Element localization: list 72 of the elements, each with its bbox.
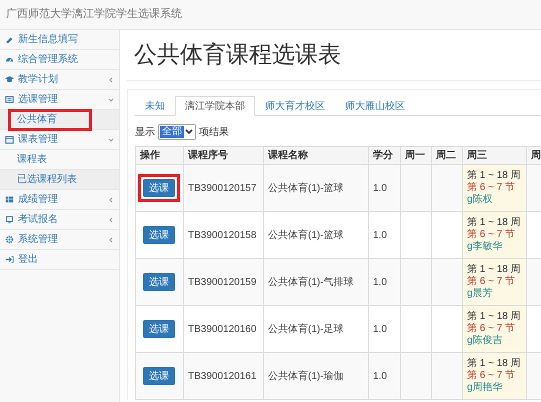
table-cell: 1.0 (373, 182, 387, 194)
schedule-periods: 第 6 ~ 7 节 (467, 276, 516, 288)
column-header: 周一 (405, 150, 425, 161)
schedule-periods: 第 6 ~ 7 节 (467, 323, 516, 334)
table-cell: 公共体育(1)-瑜伽 (268, 370, 344, 382)
table-cell: 1.0 (373, 230, 387, 240)
schedule-weeks: 第 1 ~ 18 周 (467, 217, 522, 228)
sidebar-item[interactable]: 考试报名 (0, 210, 119, 230)
column-header: 操作 (140, 150, 160, 161)
sidebar-item[interactable]: 新生信息填写 (0, 30, 119, 50)
monitor-icon (5, 215, 14, 224)
schedule-periods: 第 6 ~ 7 节 (467, 182, 516, 194)
table-cell: 公共体育(1)-篮球 (268, 182, 344, 194)
sidebar-item[interactable]: 教学计划 (0, 70, 119, 90)
select-course-button[interactable]: 选课 (143, 320, 175, 338)
tab[interactable]: 师大雁山校区 (335, 96, 415, 116)
select-course-button[interactable]: 选课 (143, 367, 175, 385)
gear-icon (5, 235, 14, 244)
table-cell: 公共体育(1)-篮球 (268, 230, 344, 240)
results-label: 项结果 (199, 126, 229, 140)
schedule-weeks: 第 1 ~ 18 周 (467, 264, 522, 276)
sign-out-icon (5, 255, 14, 264)
table-cell: TB3900120157 (188, 182, 256, 194)
sidebar-item[interactable]: 登出 (0, 250, 119, 270)
sidebar-item[interactable]: 综合管理系统 (0, 50, 119, 70)
table-cell: 1.0 (373, 276, 387, 288)
app-title: 广西师范大学漓江学院学生选课系统 (6, 6, 182, 22)
column-header: 课程名称 (268, 150, 308, 161)
teacher-name: g周艳华 (467, 382, 504, 394)
chevron-down-icon (184, 127, 194, 137)
schedule-periods: 第 6 ~ 7 节 (467, 229, 516, 240)
column-header: 周三 (467, 150, 487, 161)
table-cell: TB3900120159 (188, 276, 256, 288)
schedule-weeks: 第 1 ~ 18 周 (467, 358, 522, 370)
tab[interactable]: 漓江学院本部 (175, 96, 255, 116)
sidebar-item[interactable]: 系统管理 (0, 230, 119, 250)
graduation-cap-icon (5, 75, 14, 84)
tab[interactable]: 未知 (135, 96, 175, 116)
schedule-periods: 第 6 ~ 7 节 (467, 370, 516, 382)
table-cell: TB3900120158 (188, 230, 256, 240)
table-cell: TB3900120160 (188, 324, 256, 334)
show-label: 显示 (135, 126, 155, 140)
sidebar-item[interactable]: 课表管理 (0, 130, 119, 150)
teacher-name: g李敏华 (467, 241, 504, 253)
dashboard-icon (5, 55, 14, 64)
select-course-button[interactable]: 选课 (143, 273, 175, 291)
pencil-icon (5, 35, 14, 44)
list-icon (5, 95, 14, 104)
column-header: 课程序号 (188, 150, 228, 161)
schedule-weeks: 第 1 ~ 18 周 (467, 311, 522, 322)
sidebar-item[interactable]: 成绩管理 (0, 190, 119, 210)
teacher-name: g陈权 (467, 194, 494, 206)
table-cell: 公共体育(1)-气排球 (268, 276, 354, 288)
table-icon (5, 195, 14, 204)
page-size-select[interactable]: 全部 (158, 124, 196, 140)
column-header: 周二 (436, 150, 456, 161)
teacher-name: g陈俊吉 (467, 335, 504, 347)
table-cell: 1.0 (373, 370, 387, 382)
teacher-name: g晨芳 (467, 288, 494, 300)
column-header: 周 (531, 150, 541, 161)
page-title: 公共体育课程选课表 (127, 38, 541, 81)
table-cell: TB3900120161 (188, 370, 256, 382)
select-course-button[interactable]: 选课 (143, 179, 175, 197)
select-course-button[interactable]: 选课 (143, 226, 175, 244)
schedule-weeks: 第 1 ~ 18 周 (467, 170, 522, 182)
sidebar-subitem[interactable]: 课程表 (8, 148, 56, 170)
sidebar-subitem[interactable]: 公共体育 (8, 108, 92, 130)
table-cell: 1.0 (373, 324, 387, 334)
column-header: 学分 (373, 150, 393, 161)
table-cell: 公共体育(1)-足球 (268, 324, 344, 334)
calendar-icon (5, 135, 14, 144)
tab[interactable]: 师大育才校区 (255, 96, 335, 116)
